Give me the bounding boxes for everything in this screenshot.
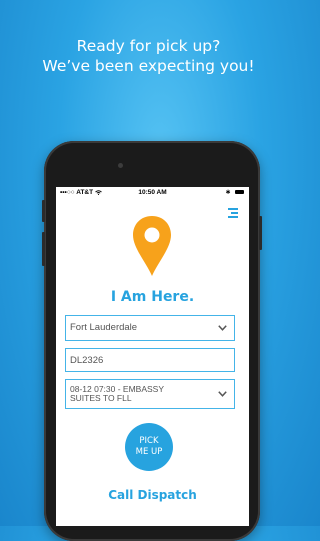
phone-mute-switch xyxy=(42,200,45,222)
headline-line-2: We’ve been expecting you! xyxy=(42,57,255,75)
page-title: I Am Here. xyxy=(110,289,195,305)
location-pin-icon xyxy=(133,216,171,276)
phone-power-button xyxy=(259,216,262,250)
reservation-select-value: 08-12 07:30 - EMBASSY SUITES to FLL xyxy=(70,385,210,403)
status-time: 10:50 AM xyxy=(138,189,167,196)
reservation-select[interactable]: 08-12 07:30 - EMBASSY SUITES to FLL xyxy=(65,379,235,409)
flight-number-field[interactable]: DL2326 xyxy=(65,348,235,372)
chevron-down-icon xyxy=(218,391,227,397)
headline-line-1: Ready for pick up? xyxy=(76,37,221,55)
battery-icon xyxy=(235,190,244,194)
reservation-line-2: SUITES to FLL xyxy=(70,393,132,403)
menu-icon[interactable] xyxy=(226,207,238,219)
bluetooth-icon: ∗ xyxy=(225,189,231,196)
status-bar: •••○○ AT&T 10:50 AM ∗ xyxy=(56,187,249,198)
pick-me-up-line-1: PICK xyxy=(139,436,159,446)
pick-me-up-line-2: ME UP xyxy=(135,447,163,457)
city-select-value: Fort Lauderdale xyxy=(70,322,138,333)
pick-me-up-button[interactable]: PICK ME UP xyxy=(125,423,173,471)
phone-camera xyxy=(118,163,123,168)
city-select[interactable]: Fort Lauderdale xyxy=(65,315,235,341)
phone-screen: •••○○ AT&T 10:50 AM ∗ I Am Here. Fort La… xyxy=(56,187,249,526)
flight-number-value: DL2326 xyxy=(70,355,104,366)
phone-volume-button xyxy=(42,232,45,266)
chevron-down-icon xyxy=(218,325,227,331)
call-dispatch-link[interactable]: Call Dispatch xyxy=(56,488,249,502)
